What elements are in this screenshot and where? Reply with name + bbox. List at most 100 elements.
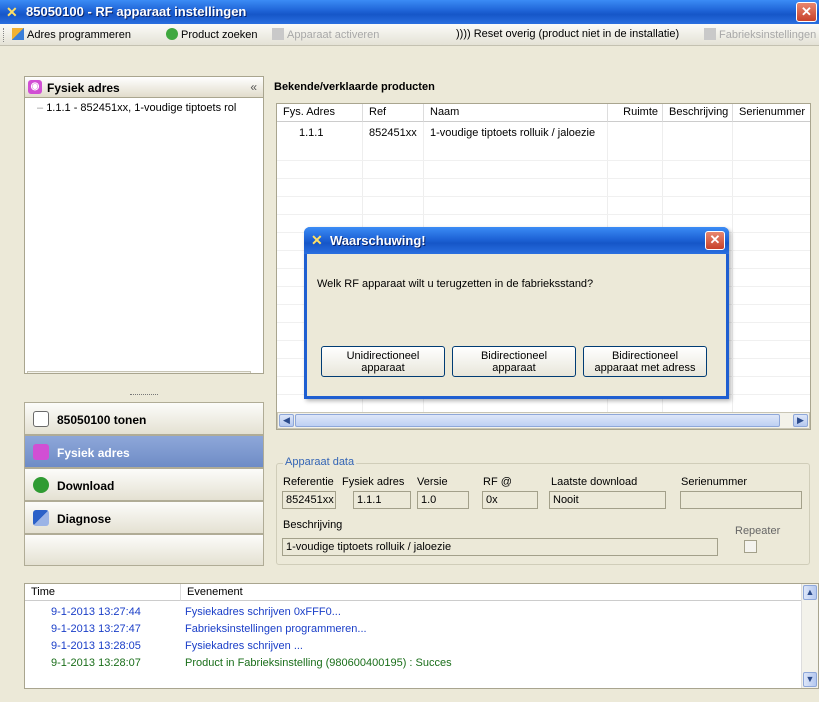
fabrieksinstellingen-button[interactable]: Fabrieksinstellingen xyxy=(704,28,816,42)
column-header-ref[interactable]: Ref xyxy=(363,104,424,122)
unidirectioneel-button[interactable]: Unidirectioneel apparaat xyxy=(321,346,445,377)
nav-label: 85050100 tonen xyxy=(57,413,147,427)
activate-device-icon xyxy=(272,28,284,40)
scroll-thumb[interactable] xyxy=(295,414,780,427)
log-event: Fysiekadres schrijven ... xyxy=(185,640,303,652)
search-product-icon xyxy=(166,28,178,40)
apparaat-activeren-button[interactable]: Apparaat activeren xyxy=(272,28,379,42)
dialog-message: Welk RF apparaat wilt u terugzetten in d… xyxy=(317,278,594,290)
download-icon xyxy=(33,477,49,493)
fysiek-adres-label: Fysiek adres xyxy=(342,476,405,488)
log-event: Fysiekadres schrijven 0xFFF0... xyxy=(185,606,341,618)
main-window: ✕ 85050100 - RF apparaat instellingen ✕ … xyxy=(0,0,819,702)
versie-label: Versie xyxy=(417,476,448,488)
column-header-serienummer[interactable]: Serienummer xyxy=(733,104,810,122)
fysiek-adres-panel-header: ◉ Fysiek adres « xyxy=(24,76,264,98)
referentie-label: Referentie xyxy=(283,476,334,488)
scroll-right-icon[interactable]: ▶ xyxy=(793,414,808,427)
toolbar-grip[interactable] xyxy=(3,28,6,42)
log-time: 9-1-2013 13:27:47 xyxy=(51,623,141,635)
log-time: 9-1-2013 13:28:05 xyxy=(51,640,141,652)
nav-label: Download xyxy=(57,479,115,493)
versie-field: 1.0 xyxy=(417,491,469,509)
apparaat-data-title: Apparaat data xyxy=(283,456,357,468)
log-column-time[interactable]: Time xyxy=(25,584,181,601)
log-row[interactable]: 9-1-2013 13:28:05 Fysiekadres schrijven … xyxy=(25,638,800,655)
log-vertical-scrollbar[interactable]: ▲ ▼ xyxy=(801,584,818,688)
cell-naam: 1-voudige tiptoets rolluik / jaloezie xyxy=(430,127,596,139)
serienummer-field xyxy=(680,491,802,509)
column-header-beschrijving[interactable]: Beschrijving xyxy=(663,104,733,122)
column-header-ruimte[interactable]: Ruimte xyxy=(608,104,663,122)
tree-horizontal-scrollbar[interactable]: ◀ ▶ xyxy=(27,371,251,374)
log-time: 9-1-2013 13:27:44 xyxy=(51,606,141,618)
apparaat-activeren-label: Apparaat activeren xyxy=(287,29,380,41)
reset-overig-button[interactable]: )))) Reset overig (product niet in de in… xyxy=(456,28,679,42)
log-row[interactable]: 9-1-2013 13:27:44 Fysiekadres schrijven … xyxy=(25,604,800,621)
event-log: Time Evenement 9-1-2013 13:27:44 Fysieka… xyxy=(24,583,819,689)
log-column-evenement[interactable]: Evenement xyxy=(181,584,803,601)
bidirectioneel-met-adress-button[interactable]: Bidirectioneel apparaat met adress xyxy=(583,346,707,377)
tree-item-label: 1.1.1 - 852451xx, 1-voudige tiptoets rol xyxy=(46,102,237,114)
products-title: Bekende/verklaarde producten xyxy=(274,81,435,93)
device-icon xyxy=(33,411,49,427)
log-event: Product in Fabrieksinstelling (980600400… xyxy=(185,657,452,669)
scroll-thumb[interactable] xyxy=(45,373,165,374)
laatste-download-label: Laatste download xyxy=(551,476,638,488)
window-close-button[interactable]: ✕ xyxy=(796,2,817,22)
fysiek-adres-nav-icon xyxy=(33,444,49,460)
reset-overig-label: )))) Reset overig (product niet in de in… xyxy=(456,28,680,40)
nav-fysiek-adres[interactable]: Fysiek adres xyxy=(24,435,264,468)
product-zoeken-button[interactable]: Product zoeken xyxy=(166,28,257,42)
scroll-up-icon[interactable]: ▲ xyxy=(803,585,817,600)
dialog-close-button[interactable]: ✕ xyxy=(705,231,725,250)
button-line: apparaat xyxy=(492,362,536,374)
tree-connector-icon: – xyxy=(37,102,44,114)
button-line: apparaat met adress xyxy=(594,362,696,374)
beschrijving-label: Beschrijving xyxy=(283,519,343,531)
panel-splitter[interactable] xyxy=(130,394,158,395)
log-time: 9-1-2013 13:28:07 xyxy=(51,657,141,669)
window-title: 85050100 - RF apparaat instellingen xyxy=(26,4,247,19)
scroll-left-icon[interactable]: ◀ xyxy=(29,373,44,374)
product-zoeken-label: Product zoeken xyxy=(181,29,258,41)
diagnose-icon xyxy=(33,510,49,526)
nav-label: Fysiek adres xyxy=(57,446,130,460)
repeater-label: Repeater xyxy=(735,525,781,537)
rf-label: RF @ xyxy=(483,476,512,488)
collapse-panel-button[interactable]: « xyxy=(250,80,257,94)
adres-programmeren-button[interactable]: Adres programmeren xyxy=(12,28,131,42)
tree-item[interactable]: – 1.1.1 - 852451xx, 1-voudige tiptoets r… xyxy=(37,102,236,114)
app-wand-icon: ✕ xyxy=(6,4,18,20)
column-header-naam[interactable]: Naam xyxy=(424,104,608,122)
dialog-wand-icon: ✕ xyxy=(311,232,323,248)
log-row[interactable]: 9-1-2013 13:28:07 Product in Fabrieksins… xyxy=(25,655,800,672)
button-line: Bidirectioneel xyxy=(480,350,548,362)
cell-fys-adres: 1.1.1 xyxy=(299,127,324,139)
nav-85050100-tonen[interactable]: 85050100 tonen xyxy=(24,402,264,435)
nav-download[interactable]: Download xyxy=(24,468,264,501)
repeater-checkbox[interactable] xyxy=(744,540,757,553)
referentie-field: 852451xx xyxy=(282,491,336,509)
button-line: Bidirectioneel xyxy=(611,350,679,362)
fysiek-adres-icon: ◉ xyxy=(28,80,42,94)
address-tree: – 1.1.1 - 852451xx, 1-voudige tiptoets r… xyxy=(24,98,264,374)
products-horizontal-scrollbar[interactable]: ◀ ▶ xyxy=(277,412,810,429)
cell-ref: 852451xx xyxy=(369,127,417,139)
button-line: apparaat xyxy=(361,362,405,374)
column-header-fys-adres[interactable]: Fys. Adres xyxy=(277,104,363,122)
program-address-icon xyxy=(12,28,24,40)
nav-diagnose[interactable]: Diagnose xyxy=(24,501,264,534)
rf-field: 0x xyxy=(482,491,538,509)
panel-header-title: Fysiek adres xyxy=(47,81,120,95)
bidirectioneel-button[interactable]: Bidirectioneel apparaat xyxy=(452,346,576,377)
nav-empty-slot xyxy=(24,534,264,566)
scroll-down-icon[interactable]: ▼ xyxy=(803,672,817,687)
warning-dialog: ✕ Waarschuwing! ✕ Welk RF apparaat wilt … xyxy=(304,227,729,399)
scroll-left-icon[interactable]: ◀ xyxy=(279,414,294,427)
title-bar: ✕ 85050100 - RF apparaat instellingen ✕ xyxy=(0,0,819,24)
fabrieksinstellingen-label: Fabrieksinstellingen xyxy=(719,29,817,41)
log-event: Fabrieksinstellingen programmeren... xyxy=(185,623,367,635)
scroll-right-icon[interactable]: ▶ xyxy=(234,373,249,374)
log-row[interactable]: 9-1-2013 13:27:47 Fabrieksinstellingen p… xyxy=(25,621,800,638)
